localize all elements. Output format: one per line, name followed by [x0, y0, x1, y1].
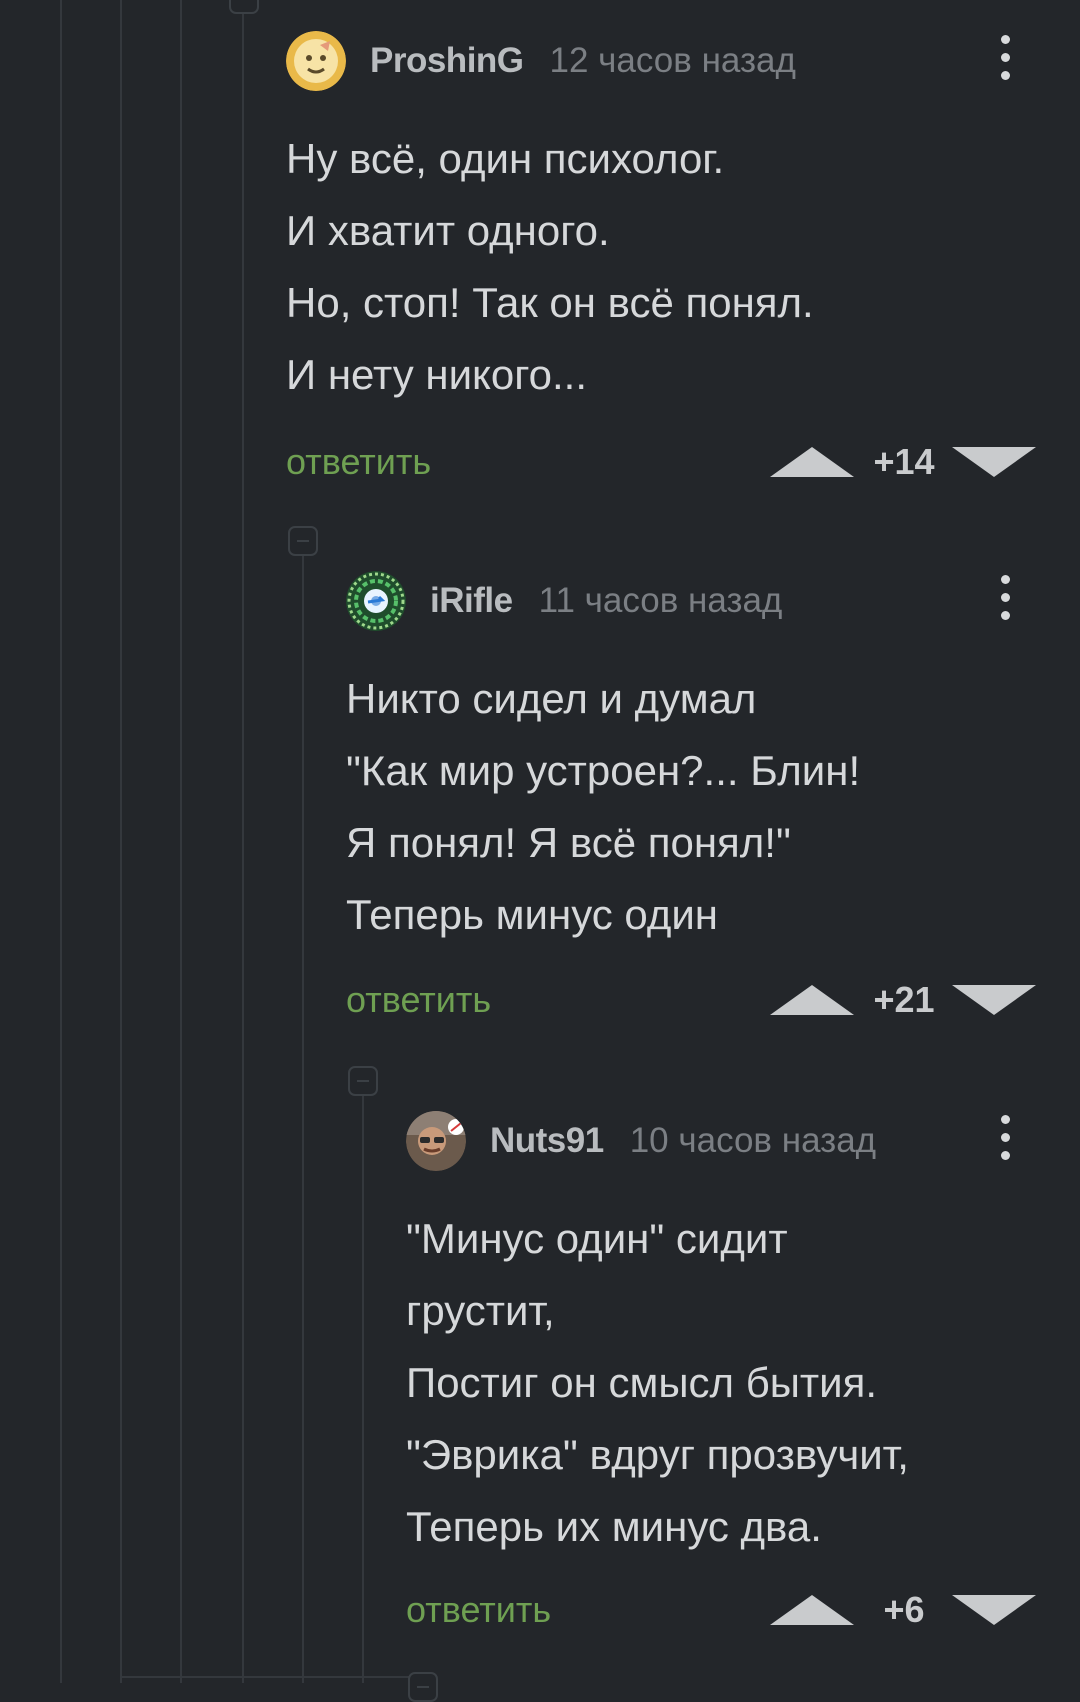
collapse-thread-button[interactable]: [229, 0, 259, 14]
comment-text-line: Теперь минус один: [346, 891, 718, 938]
comment-score: +21: [873, 979, 935, 1020]
vote-controls: +14: [770, 437, 1036, 487]
collapse-thread-button[interactable]: [408, 1672, 438, 1702]
comment-text: Ну всё, один психолог. И хватит одного. …: [286, 123, 814, 411]
comment-text-line: Постиг он смысл бытия.: [406, 1359, 878, 1406]
vote-controls: +6: [770, 1585, 1036, 1635]
avatar[interactable]: [406, 1111, 466, 1171]
thread-line: [362, 1090, 364, 1683]
comment-text: Никто сидел и думал "Как мир устроен?...…: [346, 663, 860, 951]
reply-link[interactable]: ответить: [406, 1585, 551, 1635]
comment-time[interactable]: 12 часов назад: [550, 41, 796, 81]
comment-text-line: "Как мир устроен?... Блин!: [346, 747, 861, 794]
comment-footer: ответить +21: [346, 975, 1080, 1025]
comment-header: Nuts91 10 часов назад: [406, 1109, 876, 1173]
comment-text-line: И нету никого...: [286, 351, 588, 398]
comment-author[interactable]: ProshinG: [370, 41, 524, 81]
thread-line: [60, 0, 62, 1683]
emoji-face-avatar-icon: [286, 31, 346, 91]
comment: Nuts91 10 часов назад "Минус один" сидит…: [406, 1109, 1080, 1649]
comment-text-line: Теперь их минус два.: [406, 1503, 822, 1550]
reply-link[interactable]: ответить: [286, 437, 431, 487]
thread-line: [120, 1676, 420, 1678]
collapse-thread-button[interactable]: [348, 1066, 378, 1096]
thread-line: [242, 0, 244, 1683]
comment-text-line: Никто сидел и думал: [346, 675, 757, 722]
thread-line: [180, 0, 182, 1683]
more-options-icon[interactable]: [998, 575, 1012, 627]
downvote-icon[interactable]: [952, 447, 1036, 477]
comment-author[interactable]: Nuts91: [490, 1121, 604, 1161]
thread-line: [302, 550, 304, 1683]
thread-line: [120, 0, 122, 1683]
upvote-icon[interactable]: [770, 985, 854, 1015]
comment-score: +14: [873, 441, 935, 482]
comment-text-line: "Минус один" сидит: [406, 1215, 788, 1262]
comment: ProshinG 12 часов назад Ну всё, один пси…: [286, 29, 1080, 489]
comment-time[interactable]: 10 часов назад: [630, 1121, 876, 1161]
more-options-icon[interactable]: [998, 1115, 1012, 1167]
comment-footer: ответить +14: [286, 437, 1080, 487]
reply-link[interactable]: ответить: [346, 975, 491, 1025]
comment-text-line: Я понял! Я всё понял!": [346, 819, 791, 866]
comment-author[interactable]: iRifle: [430, 581, 513, 621]
comment-time[interactable]: 11 часов назад: [539, 581, 783, 621]
downvote-icon[interactable]: [952, 1595, 1036, 1625]
photo-avatar-icon: [406, 1111, 466, 1171]
comment-footer: ответить +6: [406, 1585, 1080, 1635]
upvote-icon[interactable]: [770, 1595, 854, 1625]
comment-score: +6: [883, 1589, 925, 1630]
comment-text: "Минус один" сидит грустит, Постиг он см…: [406, 1203, 909, 1563]
upvote-icon[interactable]: [770, 447, 854, 477]
downvote-icon[interactable]: [952, 985, 1036, 1015]
comment-text-line: грустит,: [406, 1287, 555, 1334]
avatar[interactable]: [346, 571, 406, 631]
comment-text-line: Но, стоп! Так он всё понял.: [286, 279, 814, 326]
vote-controls: +21: [770, 975, 1036, 1025]
avatar[interactable]: [286, 31, 346, 91]
comment: iRifle 11 часов назад Никто сидел и дума…: [346, 569, 1080, 1029]
comment-text-line: "Эврика" вдруг прозвучит,: [406, 1431, 909, 1478]
collapse-thread-button[interactable]: [288, 526, 318, 556]
comment-text-line: И хватит одного.: [286, 207, 610, 254]
more-options-icon[interactable]: [998, 35, 1012, 87]
comment-header: ProshinG 12 часов назад: [286, 29, 796, 93]
comment-text-line: Ну всё, один психолог.: [286, 135, 725, 182]
comment-header: iRifle 11 часов назад: [346, 569, 782, 633]
patterned-badge-avatar-icon: [346, 571, 406, 631]
